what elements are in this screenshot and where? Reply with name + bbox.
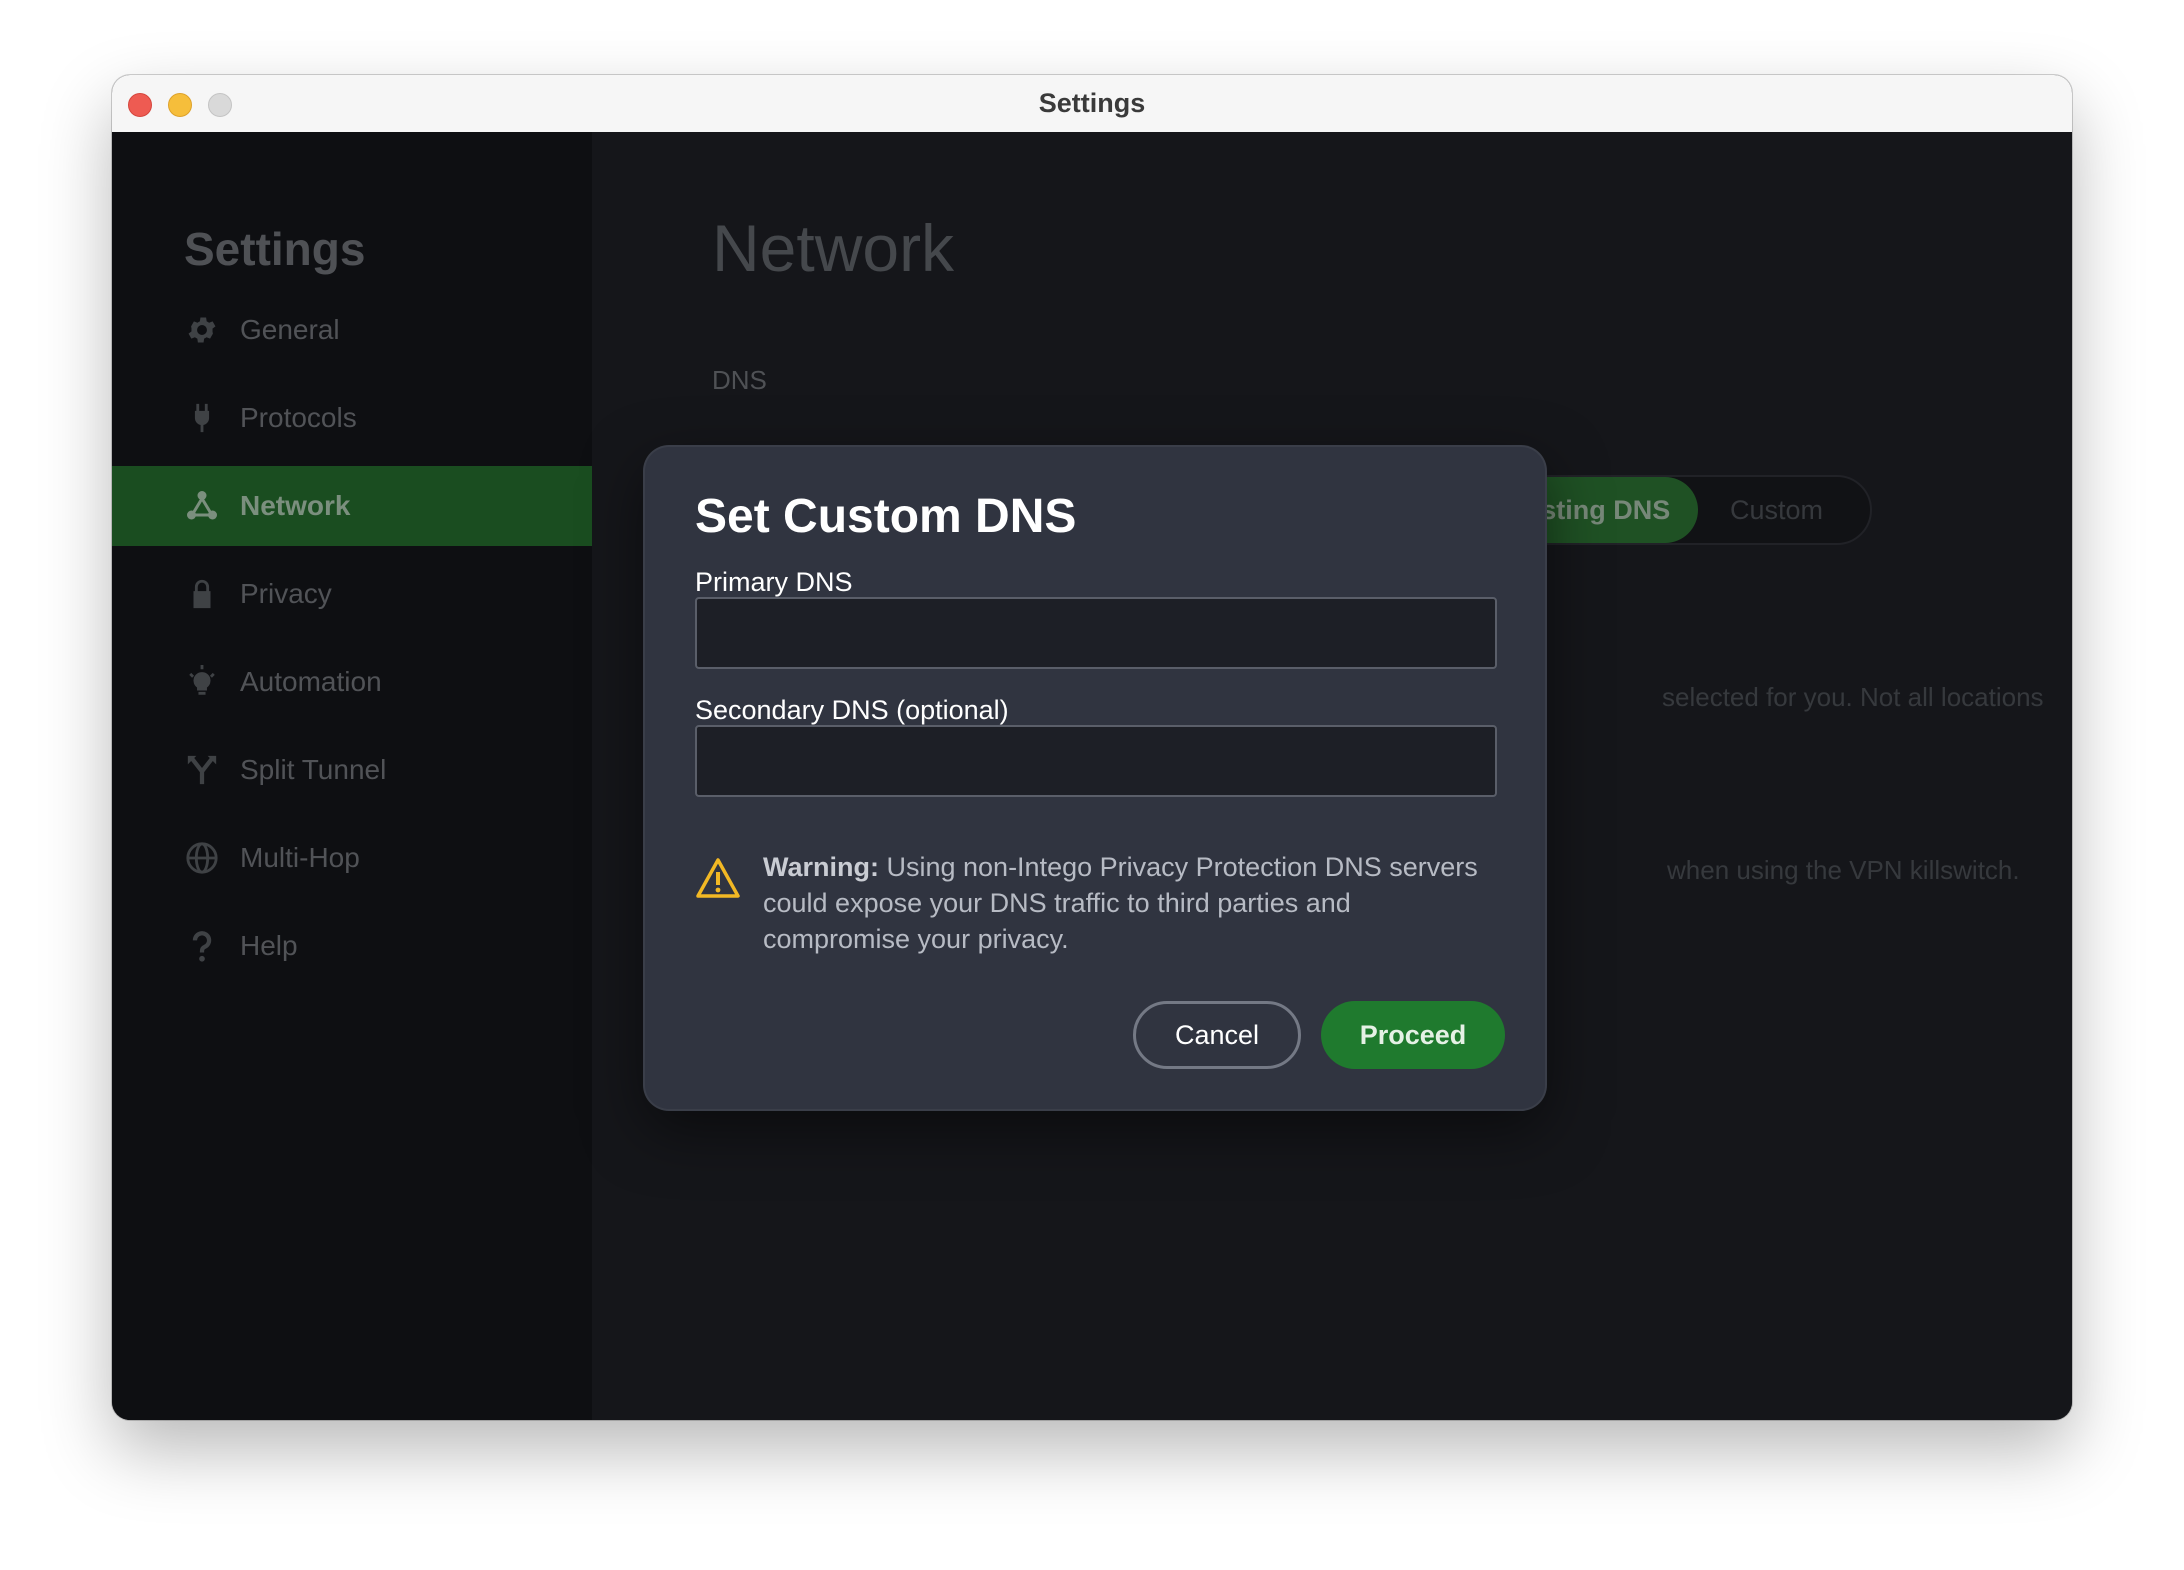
- secondary-dns-input[interactable]: [695, 725, 1497, 797]
- proceed-button[interactable]: Proceed: [1321, 1001, 1505, 1069]
- secondary-dns-label: Secondary DNS (optional): [695, 695, 1009, 725]
- warning-icon: [695, 857, 741, 899]
- warning-label: Warning:: [763, 852, 879, 882]
- warning-message: Warning: Using non-Intego Privacy Protec…: [763, 849, 1503, 957]
- title-bar: Settings: [112, 75, 2072, 133]
- custom-dns-dialog: Set Custom DNS Primary DNS Secondary DNS…: [645, 447, 1545, 1109]
- window-title: Settings: [1038, 88, 1146, 118]
- dialog-title: Set Custom DNS: [695, 490, 1077, 543]
- cancel-button[interactable]: Cancel: [1133, 1001, 1301, 1069]
- primary-dns-input[interactable]: [695, 597, 1497, 669]
- settings-window: Settings Settings General Protocols Netw…: [112, 75, 2072, 1420]
- primary-dns-label: Primary DNS: [695, 567, 853, 597]
